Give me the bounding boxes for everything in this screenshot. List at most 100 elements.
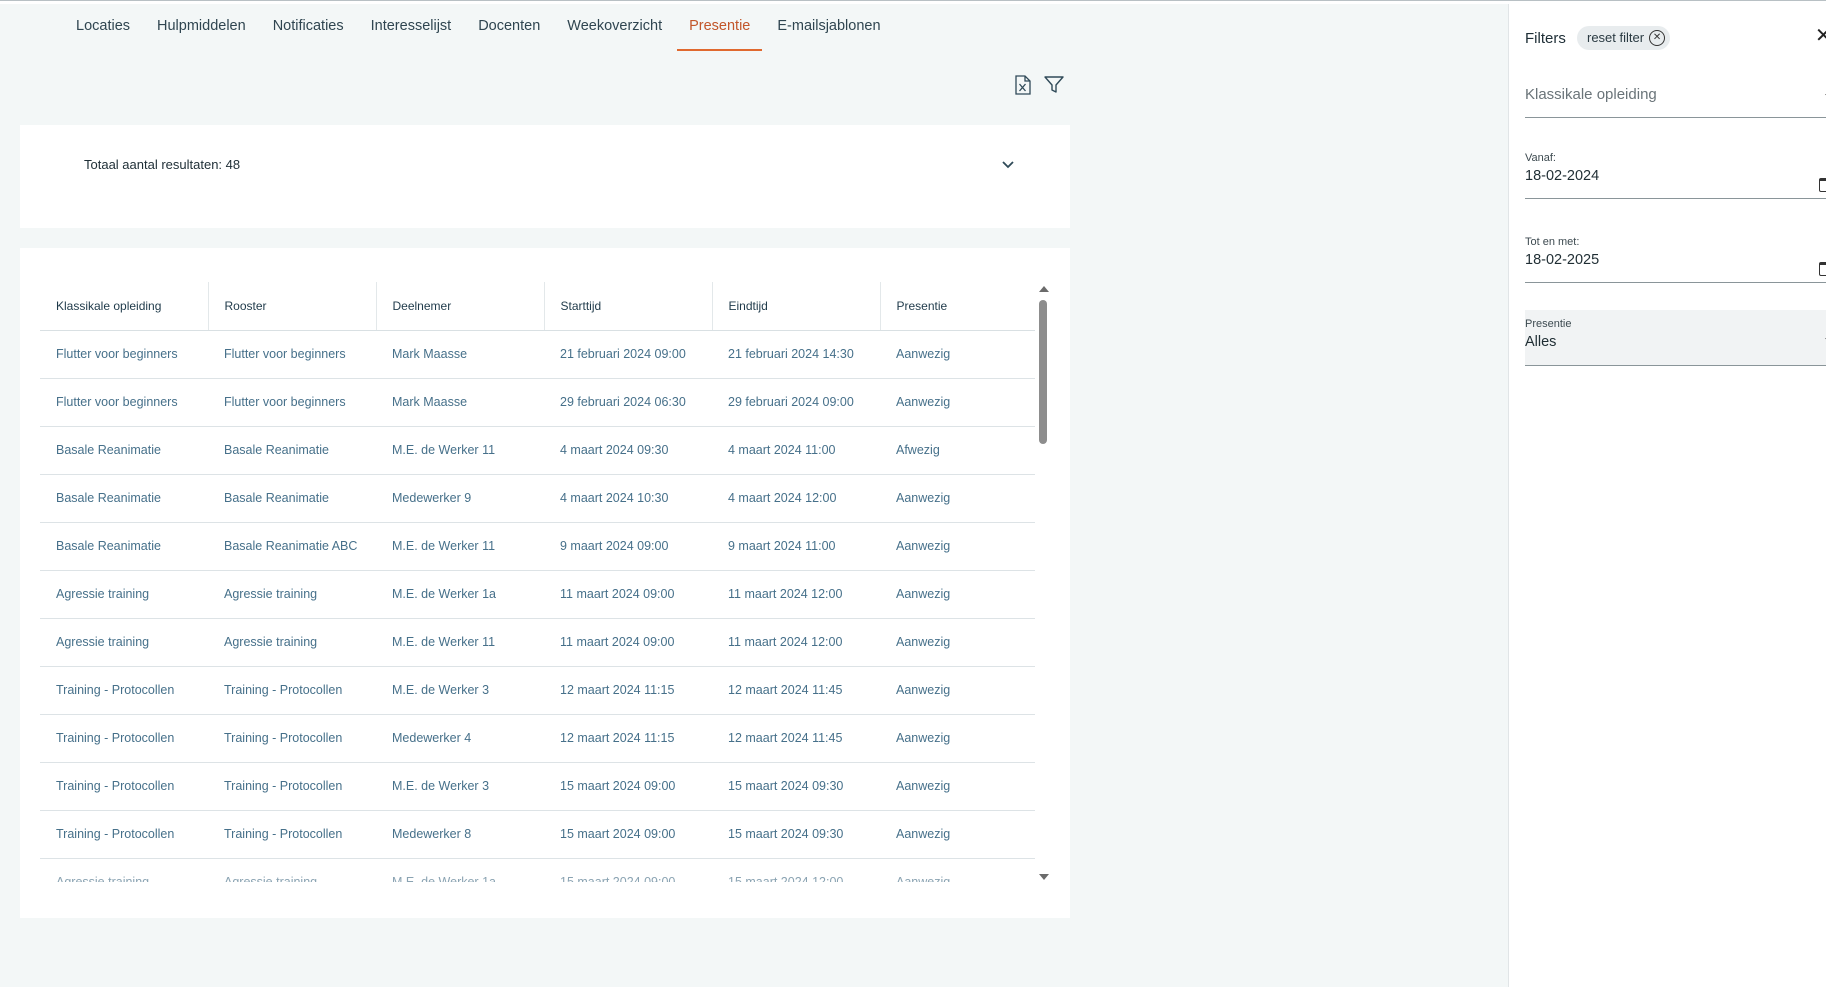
table-cell: Training - Protocollen <box>40 810 208 859</box>
table-cell: Aanwezig <box>880 762 1035 811</box>
table-cell: Aanwezig <box>880 858 1035 882</box>
table-body: Flutter voor beginners Flutter voor begin… <box>40 330 1035 882</box>
tab-hulpmiddelen[interactable]: Hulpmiddelen <box>157 14 246 51</box>
table-cell: Aanwezig <box>880 522 1035 571</box>
course-select[interactable]: Klassikale opleiding <box>1525 86 1826 118</box>
table-cell: 29 februari 2024 06:30 <box>544 378 712 427</box>
table-cell: Flutter voor beginners <box>208 330 376 379</box>
table-scrollbar[interactable] <box>1035 282 1051 882</box>
table-cell: 9 maart 2024 09:00 <box>544 522 712 571</box>
table-row[interactable]: Agressie training Agressie training M.E. d… <box>40 570 1035 619</box>
table-cell: Aanwezig <box>880 570 1035 619</box>
scroll-up-arrow-icon[interactable] <box>1039 286 1049 292</box>
close-icon[interactable]: ✕ <box>1815 26 1826 46</box>
table-cell: 15 maart 2024 12:00 <box>712 858 880 882</box>
table-cell: Agressie training <box>208 570 376 619</box>
table-cell: 4 maart 2024 11:00 <box>712 426 880 475</box>
table-cell: 12 maart 2024 11:45 <box>712 666 880 715</box>
table-cell: Basale Reanimatie ABC <box>208 522 376 571</box>
calendar-icon[interactable] <box>1819 178 1826 192</box>
table-cell: 4 maart 2024 09:30 <box>544 426 712 475</box>
table-row[interactable]: Flutter voor beginners Flutter voor begin… <box>40 330 1035 379</box>
course-placeholder: Klassikale opleiding <box>1525 86 1657 103</box>
table-cell: Agressie training <box>208 858 376 882</box>
table-cell: Aanwezig <box>880 330 1035 379</box>
table-cell: Agressie training <box>40 858 208 882</box>
presence-select[interactable]: Presentie Alles <box>1525 310 1826 366</box>
tab-bar: Locaties Hulpmiddelen Notificaties Interess… <box>76 14 908 51</box>
column-header[interactable]: Presentie <box>880 282 1035 331</box>
presence-label: Presentie <box>1525 318 1572 330</box>
to-date-value[interactable]: 18-02-2025 <box>1525 252 1826 268</box>
table-row[interactable]: Training - Protocollen Training - Protoco… <box>40 714 1035 763</box>
table-cell: Flutter voor beginners <box>40 330 208 379</box>
chevron-down-icon <box>1002 161 1014 169</box>
column-header[interactable]: Eindtijd <box>712 282 881 331</box>
expand-summary-button[interactable] <box>998 155 1018 175</box>
table-cell: M.E. de Werker 11 <box>376 618 544 667</box>
tab-notificaties[interactable]: Notificaties <box>273 14 344 51</box>
column-header[interactable]: Starttijd <box>544 282 713 331</box>
column-header[interactable]: Klassikale opleiding <box>40 282 209 331</box>
table-cell: Aanwezig <box>880 810 1035 859</box>
table-row[interactable]: Training - Protocollen Training - Protoco… <box>40 666 1035 715</box>
reset-filter-label: reset filter <box>1587 30 1645 45</box>
table-cell: 15 maart 2024 09:00 <box>544 762 712 811</box>
tab-weekoverzicht[interactable]: Weekoverzicht <box>567 14 662 51</box>
tab-locaties[interactable]: Locaties <box>76 14 130 51</box>
filters-title: Filters <box>1525 30 1566 47</box>
presence-value: Alles <box>1525 334 1557 350</box>
table-cell: Basale Reanimatie <box>40 522 208 571</box>
tab-e-mailsjablonen[interactable]: E-mailsjablonen <box>777 14 880 51</box>
table-row[interactable]: Agressie training Agressie training M.E. d… <box>40 618 1035 667</box>
table-cell: Mark Maasse <box>376 378 544 427</box>
table-row[interactable]: Basale Reanimatie Basale Reanimatie M.E. d… <box>40 426 1035 475</box>
table-row[interactable]: Basale Reanimatie Basale Reanimatie ABC M.… <box>40 522 1035 571</box>
table-cell: Medewerker 9 <box>376 474 544 523</box>
table-cell: Aanwezig <box>880 378 1035 427</box>
table-cell: Basale Reanimatie <box>40 426 208 475</box>
table-cell: Flutter voor beginners <box>208 378 376 427</box>
table-cell: Aanwezig <box>880 666 1035 715</box>
table-row[interactable]: Agressie training Agressie training M.E. d… <box>40 858 1035 882</box>
filter-icon <box>1044 76 1064 93</box>
table-cell: 11 maart 2024 09:00 <box>544 618 712 667</box>
table-cell: M.E. de Werker 3 <box>376 762 544 811</box>
clear-circle-icon[interactable]: ✕ <box>1649 30 1666 46</box>
results-total: Totaal aantal resultaten: 48 <box>84 157 241 172</box>
filter-button[interactable] <box>1043 74 1065 96</box>
reset-filter-chip[interactable]: reset filter ✕ <box>1577 26 1671 50</box>
tab-presentie[interactable]: Presentie <box>677 14 763 51</box>
from-date-value[interactable]: 18-02-2024 <box>1525 168 1826 184</box>
calendar-icon[interactable] <box>1819 262 1826 276</box>
table-cell: 4 maart 2024 12:00 <box>712 474 880 523</box>
table-cell: M.E. de Werker 1a <box>376 570 544 619</box>
table-row[interactable]: Training - Protocollen Training - Protoco… <box>40 762 1035 811</box>
excel-export-icon <box>1015 75 1031 95</box>
scroll-thumb[interactable] <box>1039 300 1047 444</box>
table-cell: 12 maart 2024 11:45 <box>712 714 880 763</box>
table-cell: 11 maart 2024 12:00 <box>712 570 880 619</box>
table-row[interactable]: Training - Protocollen Training - Protoco… <box>40 810 1035 859</box>
from-date-label: Vanaf: <box>1525 152 1556 164</box>
column-header[interactable]: Rooster <box>208 282 377 331</box>
to-date-field[interactable]: Tot en met: 18-02-2025 <box>1525 236 1826 283</box>
excel-export-button[interactable] <box>1012 74 1034 96</box>
tab-interesselijst[interactable]: Interesselijst <box>371 14 452 51</box>
table-header-row: Klassikale opleiding Rooster Deelnemer Star… <box>40 282 1035 331</box>
table-row[interactable]: Basale Reanimatie Basale Reanimatie Medewe… <box>40 474 1035 523</box>
table-row[interactable]: Flutter voor beginners Flutter voor begin… <box>40 378 1035 427</box>
from-date-field[interactable]: Vanaf: 18-02-2024 <box>1525 152 1826 199</box>
table-cell: 29 februari 2024 09:00 <box>712 378 880 427</box>
tab-docenten[interactable]: Docenten <box>478 14 540 51</box>
table-cell: Agressie training <box>208 618 376 667</box>
table-cell: 11 maart 2024 12:00 <box>712 618 880 667</box>
scroll-down-arrow-icon[interactable] <box>1039 874 1049 880</box>
table-cell: M.E. de Werker 1a <box>376 858 544 882</box>
table-cell: Training - Protocollen <box>208 810 376 859</box>
table-cell: 9 maart 2024 11:00 <box>712 522 880 571</box>
table-viewport[interactable]: Klassikale opleiding Rooster Deelnemer Star… <box>40 282 1035 882</box>
table-cell: 12 maart 2024 11:15 <box>544 714 712 763</box>
table-cell: M.E. de Werker 11 <box>376 426 544 475</box>
column-header[interactable]: Deelnemer <box>376 282 545 331</box>
